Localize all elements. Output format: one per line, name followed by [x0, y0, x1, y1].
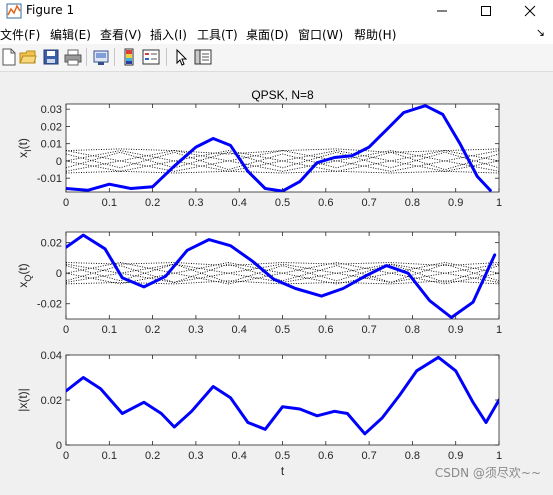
new-figure-icon[interactable]	[0, 48, 18, 66]
toolbar-separator	[114, 48, 115, 66]
figure-plot-area: 0 0.1 0.2 0.3 0.4 0.5 0.6 0.7 0.8 0.9 1-0.0100.010…	[16, 88, 502, 478]
minimize-icon	[437, 10, 447, 12]
print-icon[interactable]	[64, 48, 82, 66]
x-tick-label: 0	[63, 197, 69, 209]
property-inspector-icon[interactable]	[194, 48, 212, 66]
dock-arrow-icon[interactable]: ↘	[536, 26, 545, 39]
y-axis-label: |x(t)|	[16, 388, 30, 412]
menu-window[interactable]: 窗口(W)	[298, 26, 343, 43]
x-tick-label: 0.8	[405, 324, 420, 336]
y-tick-label: 0	[56, 440, 62, 452]
x-tick-label: 0.6	[318, 324, 333, 336]
y-tick-label: 0.01	[41, 139, 62, 151]
figure-canvas: 0 0.1 0.2 0.3 0.4 0.5 0.6 0.7 0.8 0.9 1 -0.01 0 0.01 0…	[0, 72, 553, 491]
y-tick-label: 0	[56, 268, 62, 280]
x-tick-label: 0.9	[448, 450, 463, 462]
y-tick-label: 0	[56, 156, 62, 168]
edit-plot-arrow-icon[interactable]	[172, 48, 190, 66]
axes-2: 0 0.1 0.2 0.3 0.4 0.5 0.6 0.7 0.8 0.9 1 -0.02 0 0.02 x…	[16, 231, 502, 336]
figure-toolbar	[0, 44, 553, 72]
x-tick-label: 0.1	[102, 197, 117, 209]
window-title: Figure 1	[26, 3, 75, 17]
x-tick-label: 0.1	[102, 450, 117, 462]
open-file-icon[interactable]	[19, 48, 37, 66]
watermark-text: CSDN @须尽欢~~	[434, 466, 541, 480]
axes-3: 0 0.1 0.2 0.3 0.4 0.5 0.6 0.7 0.8 0.9 1 0 0.02 0.04 t |…	[16, 350, 502, 478]
menu-view[interactable]: 查看(V)	[100, 26, 142, 43]
menu-help[interactable]: 帮助(H)	[354, 26, 396, 43]
toolbar-separator	[166, 48, 167, 66]
menu-insert[interactable]: 插入(I)	[150, 26, 187, 43]
x-tick-label: 0.6	[318, 197, 333, 209]
x-tick-label: 0.8	[405, 450, 420, 462]
save-icon[interactable]	[42, 48, 60, 66]
y-tick-label: -0.02	[37, 299, 62, 311]
x-tick-label: 0.4	[232, 324, 247, 336]
toolbar-separator	[86, 48, 87, 66]
x-tick-label: 0	[63, 324, 69, 336]
y-axis-label-tail: (t)	[16, 138, 30, 149]
y-tick-label: 0.02	[41, 395, 62, 407]
x-tick-label: 0.7	[361, 324, 376, 336]
menu-tools[interactable]: 工具(T)	[197, 26, 238, 43]
x-tick-label: 0.2	[145, 197, 160, 209]
axes-1: 0 0.1 0.2 0.3 0.4 0.5 0.6 0.7 0.8 0.9 1-0.0100.010…	[16, 88, 502, 209]
x-tick-label: 1	[496, 324, 502, 336]
x-tick-label: 0	[63, 450, 69, 462]
minimize-button[interactable]	[420, 0, 464, 22]
close-icon	[524, 5, 536, 17]
axes-frame	[65, 354, 500, 446]
matlab-figure-icon	[6, 3, 22, 19]
x-axis-label: t	[281, 464, 285, 478]
x-tick-label: 0.2	[145, 450, 160, 462]
x-tick-label: 1	[496, 450, 502, 462]
y-axis-label-tail: (t)	[16, 263, 30, 274]
x-tick-label: 0.1	[102, 324, 117, 336]
x-tick-label: 0.7	[361, 450, 376, 462]
window-titlebar: Figure 1	[0, 0, 553, 22]
y-axis-label: xI(t)	[16, 138, 33, 158]
x-tick-label: 0.9	[448, 324, 463, 336]
x-tick-label: 0.2	[145, 324, 160, 336]
x-tick-label: 0.3	[188, 324, 203, 336]
menu-file[interactable]: 文件(F)	[0, 26, 40, 43]
x-tick-label: 0.4	[232, 197, 247, 209]
x-tick-label: 0.9	[448, 197, 463, 209]
axes-frame	[65, 103, 500, 193]
insert-legend-icon[interactable]	[142, 48, 160, 66]
x-tick-label: 0.5	[275, 450, 290, 462]
y-tick-label: -0.01	[37, 173, 62, 185]
x-tick-label: 0.3	[188, 197, 203, 209]
x-tick-label: 0.4	[232, 450, 247, 462]
y-tick-label: 0.04	[41, 350, 62, 362]
x-tick-label: 0.3	[188, 450, 203, 462]
menu-bar: 文件(F) 编辑(E) 查看(V) 插入(I) 工具(T) 桌面(D) 窗口(W…	[0, 22, 553, 44]
menu-edit[interactable]: 编辑(E)	[50, 26, 91, 43]
x-tick-label: 0.6	[318, 450, 333, 462]
link-plot-icon[interactable]	[92, 48, 110, 66]
y-tick-label: 0.02	[41, 121, 62, 133]
x-tick-label: 1	[496, 197, 502, 209]
y-axis-label: xQ(t)	[16, 263, 33, 287]
maximize-button[interactable]	[464, 0, 508, 22]
axes-title: QPSK, N=8	[251, 88, 314, 102]
x-tick-label: 0.5	[275, 197, 290, 209]
x-tick-label: 0.8	[405, 197, 420, 209]
y-tick-label: 0.03	[41, 104, 62, 116]
y-axis-label-subscript: Q	[23, 275, 33, 282]
insert-colorbar-icon[interactable]	[120, 48, 138, 66]
x-tick-label: 0.5	[275, 324, 290, 336]
y-tick-label: 0.02	[41, 238, 62, 250]
menu-desktop[interactable]: 桌面(D)	[246, 26, 289, 43]
x-tick-label: 0.7	[361, 197, 376, 209]
maximize-icon	[481, 6, 491, 16]
close-button[interactable]	[508, 0, 552, 22]
